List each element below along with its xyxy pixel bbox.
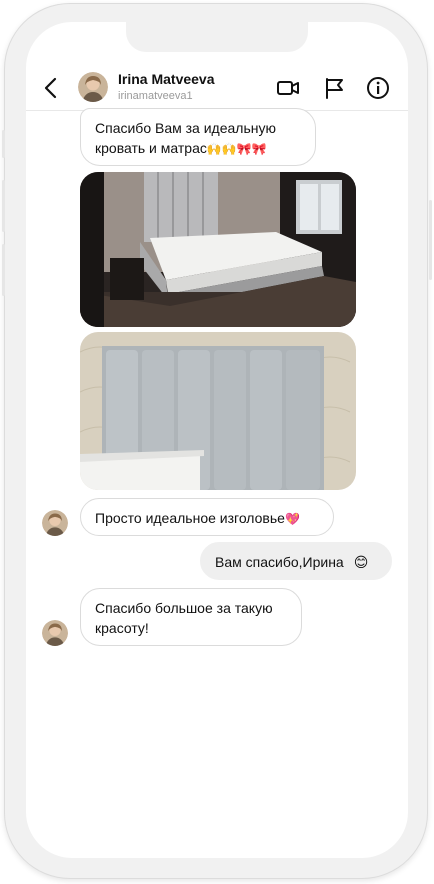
contact-name[interactable]: Irina Matveeva: [118, 71, 215, 87]
flag-icon[interactable]: [322, 76, 346, 100]
avatar[interactable]: [42, 620, 68, 646]
video-camera-icon[interactable]: [276, 76, 300, 100]
phone-notch: [126, 22, 308, 52]
side-button-volume-down: [2, 244, 5, 296]
side-button-power: [429, 200, 432, 280]
photo-message-bed[interactable]: [80, 172, 356, 327]
side-button-volume-up: [2, 180, 5, 232]
emoji: 😊: [353, 555, 369, 571]
avatar[interactable]: [78, 72, 108, 102]
message-text-line: Спасибо большое за такую: [95, 600, 273, 616]
message-text: Вам спасибо,Ирина: [215, 554, 344, 570]
chat-screen: Irina Matveeva irinamatveeva1 Спасибо Ва…: [26, 22, 408, 858]
incoming-message[interactable]: Спасибо Вам за идеальную кровать и матра…: [80, 108, 316, 166]
side-button-mute: [2, 130, 5, 158]
emoji: 💖: [284, 512, 300, 526]
chat-header: Irina Matveeva irinamatveeva1: [26, 66, 408, 111]
incoming-message[interactable]: Спасибо большое за такую красоту!: [80, 588, 302, 646]
photo-message-headboard[interactable]: [80, 332, 356, 490]
message-text: Просто идеальное изголовье: [95, 510, 285, 526]
outgoing-message[interactable]: Вам спасибо,Ирина 😊: [200, 542, 392, 580]
avatar[interactable]: [42, 510, 68, 536]
message-text-line: красоту!: [95, 620, 149, 636]
contact-username: irinamatveeva1: [118, 90, 193, 102]
info-icon[interactable]: [366, 76, 390, 100]
incoming-message[interactable]: Просто идеальное изголовье💖: [80, 498, 334, 536]
emoji: 🙌🙌🎀🎀: [206, 142, 267, 156]
chevron-left-icon[interactable]: [40, 76, 62, 100]
